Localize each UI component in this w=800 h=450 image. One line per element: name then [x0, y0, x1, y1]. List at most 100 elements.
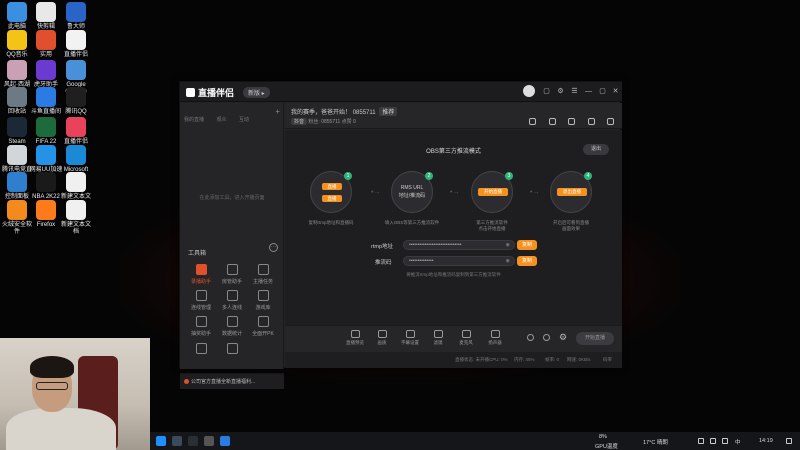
eye-icon[interactable]: ◉ [506, 257, 510, 265]
toolbox-item[interactable]: 录播助手 [186, 264, 216, 285]
volume-icon[interactable] [722, 438, 728, 444]
obs-mode-panel: OBS第三方推流模式 退出 1 直播 直播 •→ 2 RMS URL 地址/推流… [285, 130, 622, 325]
desktop-icon[interactable]: 新建文本文档 [59, 200, 93, 236]
tab-my-live[interactable]: 我的直播 [184, 116, 204, 123]
toolbox-item[interactable]: 连线管理 [186, 290, 216, 311]
copy-stream-key-button[interactable]: 复制 [517, 256, 537, 266]
start-live-button[interactable]: 开始直播 [576, 332, 614, 345]
notification-icon[interactable] [786, 438, 792, 444]
toolbox-item[interactable]: 多人连线 [217, 290, 247, 311]
minimize-button[interactable]: — [584, 87, 593, 96]
bell-icon[interactable] [587, 118, 595, 125]
tray-up-icon[interactable] [698, 438, 704, 444]
bottom-tool[interactable]: 字幕设置 [399, 330, 421, 346]
desktop-app-icon [7, 87, 27, 107]
gear-icon[interactable]: ⚙ [559, 332, 567, 343]
tab-audience[interactable]: 观众 [216, 116, 226, 123]
step-3: 3 开始直播 [471, 171, 513, 213]
empty-hint: 在此添加工具，进入开播页面 [199, 195, 265, 201]
titlebar[interactable]: 直播伴侣 新版 ▸ ▢ ⚙ ☰ — ▢ ✕ [180, 82, 622, 102]
stream-key-field[interactable]: •••••••••••••• ◉ [403, 256, 515, 266]
clock[interactable]: 14:19 [759, 438, 773, 444]
eye-icon[interactable] [543, 334, 550, 341]
step-2-number: 2 [425, 172, 433, 180]
weather-text[interactable]: 17°C 晴朗 [643, 438, 668, 446]
desktop-app-icon [7, 145, 27, 165]
app-taskbar-icon[interactable] [188, 436, 198, 446]
toolbox-item[interactable]: 全面开PK [248, 316, 278, 337]
ime-indicator[interactable]: 中 [735, 438, 741, 446]
desktop-app-icon [7, 117, 27, 137]
desktop-icon[interactable]: 快剪辑 [29, 2, 63, 31]
gpu-label: GPU温度 [595, 444, 618, 450]
tool-icon [226, 290, 238, 301]
close-button[interactable]: ✕ [611, 87, 620, 96]
tab-interaction[interactable]: 互动 [239, 116, 249, 123]
toolbox-more-button[interactable]: ··· [269, 243, 278, 252]
bottom-tool[interactable]: 滤镜 [427, 330, 449, 346]
bottom-tool[interactable]: 扬声器 [484, 330, 506, 346]
share-icon[interactable] [607, 118, 614, 125]
steam-taskbar-icon[interactable] [172, 436, 182, 446]
screen-icon[interactable]: ▢ [542, 87, 551, 96]
menu-icon[interactable]: ☰ [570, 87, 579, 96]
desktop-icon[interactable]: 鲁大师 [59, 2, 93, 31]
window-icon[interactable] [568, 118, 576, 125]
toolbox-item[interactable]: 游戏库 [248, 290, 278, 311]
settings-icon[interactable]: ⚙ [556, 87, 565, 96]
toolbox-item[interactable]: 主播任务 [248, 264, 278, 285]
step-3-number: 3 [505, 172, 513, 180]
desktop-icon[interactable]: FIFA 22 [29, 117, 63, 146]
circle-icon[interactable] [527, 334, 534, 341]
toolbox-item[interactable]: 房管助手 [217, 264, 247, 285]
step-1-desc: 复制rtmp地址和直播码 [308, 220, 354, 225]
bottom-tool[interactable]: 画质 [371, 330, 393, 346]
add-tab-button[interactable]: + [275, 107, 280, 116]
desktop-icon[interactable]: 斗鱼直播间 [29, 87, 63, 116]
stream-title[interactable]: 我的赛季，爸爸开始！ [291, 110, 351, 116]
recommend-chip[interactable]: 推荐 [379, 107, 398, 116]
stream-key-value: •••••••••••••• [409, 258, 434, 264]
notice-bar[interactable]: 公司官方直播全新直播福利... [180, 373, 284, 389]
copy-rtmp-button[interactable]: 复制 [517, 240, 537, 250]
maximize-button[interactable]: ▢ [598, 87, 607, 96]
tool-icon [257, 264, 269, 275]
step-2-desc: 填入OBS等第三方推流软件 [384, 220, 440, 225]
eye-icon[interactable]: ◉ [506, 241, 510, 249]
left-panel: 我的直播 观众 互动 + 在此添加工具，进入开播页面 工具箱 ··· 录播助手 房… [180, 103, 284, 389]
desktop-icon[interactable]: 直播伴侣 [59, 30, 93, 59]
rtmp-field[interactable]: •••••••••••••••••••••••••••••• ◉ [403, 240, 515, 250]
bottom-tool[interactable]: 直播预览 [344, 330, 366, 346]
bottom-tool[interactable]: 麦克风 [455, 330, 477, 346]
trophy-icon[interactable] [548, 118, 556, 125]
toolbox-item[interactable] [186, 343, 216, 357]
network-icon[interactable] [710, 438, 716, 444]
tool-label: 抽奖助手 [190, 331, 211, 337]
tool-icon [226, 316, 238, 327]
desktop-icon[interactable]: 腾讯QQ [59, 87, 93, 116]
exit-button[interactable]: 退出 [583, 144, 609, 155]
start-icon[interactable] [156, 436, 166, 446]
desktop-icon[interactable]: Firefox [29, 200, 63, 229]
step-3-desc: 第三方推流软件 点击开始直播 [476, 220, 508, 231]
gift-icon[interactable] [529, 118, 537, 125]
user-avatar[interactable] [523, 85, 535, 97]
live-companion-window: 直播伴侣 新版 ▸ ▢ ⚙ ☰ — ▢ ✕ 我的直播 观众 互动 + 在此添加工… [179, 81, 622, 389]
desktop-icon-label: Firefox [36, 222, 56, 228]
desktop-icon[interactable]: NBA 2K22 [29, 172, 63, 201]
tool-icon [226, 343, 238, 354]
toolbox-item[interactable]: 数据统计 [217, 316, 247, 337]
toolbox-item[interactable]: 抽奖助手 [186, 316, 216, 337]
edge-taskbar-icon[interactable] [220, 436, 230, 446]
desktop-icon[interactable]: 虎牙助手 [29, 60, 63, 89]
desktop-icon[interactable]: 实用 [29, 30, 63, 59]
desktop-icon-label: 直播伴侣 [63, 52, 88, 58]
tool-label: 连线管理 [190, 305, 211, 311]
desktop-icon[interactable]: 直播伴侣 [59, 117, 93, 146]
desktop-app-icon [36, 60, 56, 80]
toolbox-item[interactable] [217, 343, 247, 357]
rtmp-value: •••••••••••••••••••••••••••••• [409, 242, 462, 248]
version-badge[interactable]: 新版 ▸ [243, 87, 270, 98]
live-companion-taskbar-icon[interactable] [204, 436, 214, 446]
bottom-tool-label: 麦克风 [459, 340, 473, 345]
